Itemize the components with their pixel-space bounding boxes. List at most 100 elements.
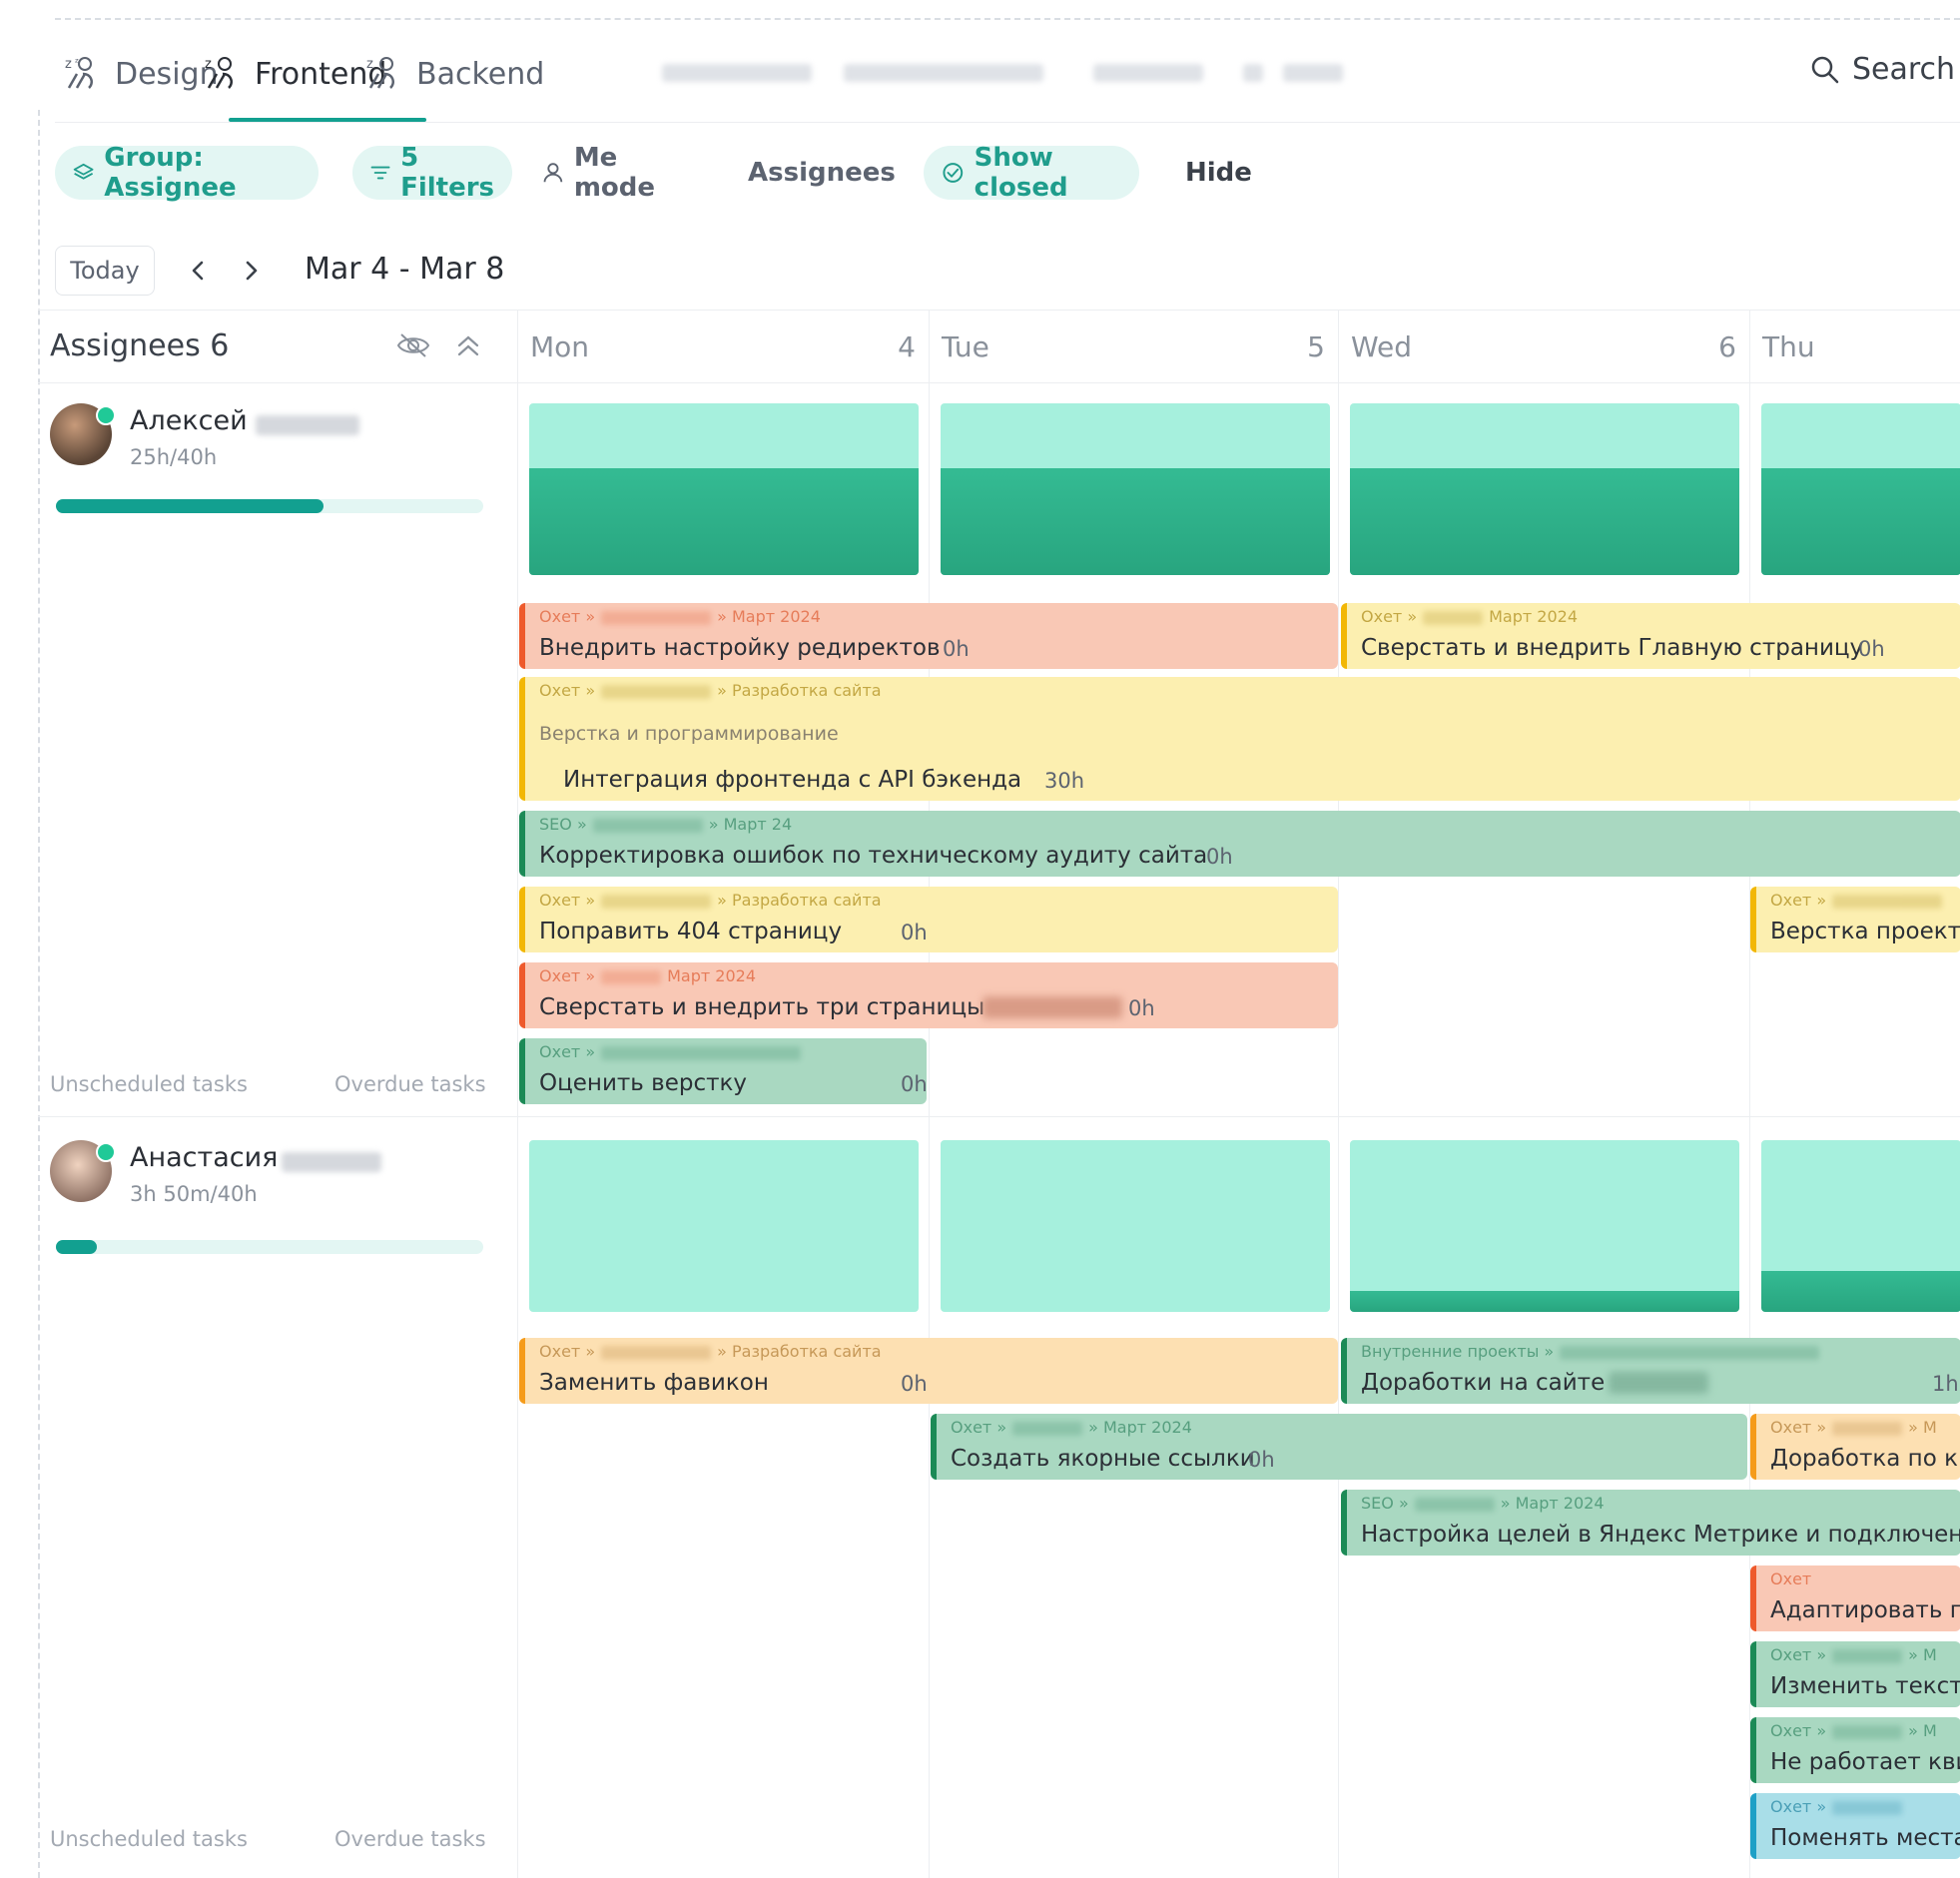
day-header-thu: Thu (1749, 311, 1960, 382)
task-card[interactable]: Охет »» Разработка сайта Верстка и прогр… (519, 677, 1960, 801)
blurred-tab[interactable] (662, 64, 812, 82)
overdue-tasks-link[interactable]: Overdue tasks (334, 1827, 486, 1851)
sprint-icon: z (203, 54, 251, 94)
task-card[interactable]: SEO »» Март 24 Корректировка ошибок по т… (519, 811, 1960, 877)
overdue-tasks-link[interactable]: Overdue tasks (334, 1072, 486, 1096)
task-hours: 1h (1932, 1372, 1959, 1396)
blurred-text (1609, 1372, 1708, 1394)
workload-block-tue (941, 403, 1330, 575)
show-closed-toggle[interactable]: Show closed (924, 143, 1139, 203)
day-number: 4 (898, 330, 916, 363)
task-card[interactable]: Охет » Поменять места (1750, 1793, 1960, 1859)
task-name: Настройка целей в Яндекс Метрике и подкл… (1361, 1522, 1960, 1548)
task-hours: 0h (1858, 637, 1885, 661)
workload-block-tue (941, 1140, 1330, 1312)
workload-fill (1761, 1270, 1960, 1312)
blurred-tab[interactable] (1283, 64, 1343, 82)
task-card[interactable]: Охет »» М Не работает кви (1750, 1717, 1960, 1783)
search-icon (1811, 56, 1839, 83)
task-breadcrumb: Охет » (539, 1042, 807, 1061)
blurred-tab[interactable] (1243, 64, 1263, 82)
day-name: Tue (942, 330, 989, 363)
svg-text:z: z (205, 57, 212, 72)
task-card[interactable]: Внутренние проекты » Доработки на сайте … (1341, 1338, 1960, 1404)
task-hours: 0h (1206, 845, 1233, 869)
prev-week-button[interactable] (181, 254, 215, 288)
blurred-tab[interactable] (844, 64, 1043, 82)
task-card[interactable]: Охет »» Март 2024 Создать якорные ссылки… (931, 1414, 1747, 1480)
show-closed-label: Show closed (974, 143, 1068, 203)
task-hours: 0h (901, 921, 928, 944)
task-breadcrumb: Охет »» Март 2024 (539, 607, 821, 626)
task-breadcrumb: Охет » Март 2024 (539, 966, 756, 985)
task-name: Создать якорные ссылки (951, 1446, 1255, 1472)
task-card[interactable]: Охет »» Март 2024 Внедрить настройку ред… (519, 603, 1338, 669)
task-card[interactable]: Охет »» Разработка сайта Заменить фавико… (519, 1338, 1338, 1404)
collapse-all-icon[interactable] (453, 330, 483, 360)
assignees-button[interactable]: Assignees (720, 146, 910, 200)
tab-design[interactable]: zᶻ Design (63, 50, 219, 98)
group-by-label: Group: Assignee (104, 143, 237, 203)
task-name: Не работает кви (1770, 1749, 1960, 1775)
workload-fill (1350, 468, 1739, 575)
group-by-button[interactable]: Group: Assignee (55, 143, 319, 203)
unscheduled-tasks-link[interactable]: Unscheduled tasks (50, 1827, 248, 1851)
task-card[interactable]: Охет » Оценить верстку 0h (519, 1038, 927, 1104)
task-card[interactable]: SEO »» Март 2024 Настройка целей в Яндек… (1341, 1490, 1960, 1556)
column-divider (517, 381, 518, 1878)
assignee-name: Анастасия (130, 1142, 279, 1173)
assignee-row-header[interactable]: Алексей 25h/40h (50, 403, 489, 513)
date-range-label: Mar 4 - Mar 8 (305, 252, 505, 287)
task-hours: 0h (1248, 1448, 1275, 1472)
assignees-label: Assignees (748, 158, 896, 188)
svg-text:z: z (65, 57, 72, 72)
eye-off-icon[interactable] (395, 330, 431, 360)
task-card[interactable]: Охет »» М Изменить текст (1750, 1641, 1960, 1707)
task-card[interactable]: Охет Адаптировать г (1750, 1565, 1960, 1631)
task-card[interactable]: Охет » Верстка проекта (1750, 887, 1960, 952)
tab-backend[interactable]: z Backend (364, 50, 544, 98)
workload-fill (1350, 1291, 1739, 1312)
me-mode-button[interactable]: Me mode (524, 143, 704, 203)
task-card[interactable]: Охет »» М Доработка по к (1750, 1414, 1960, 1480)
task-parent-name: Верстка и программирование (539, 723, 839, 745)
filter-icon (370, 166, 390, 180)
hide-button[interactable]: Hide (1167, 146, 1277, 200)
workload-fill (941, 468, 1330, 575)
capacity-progress-fill (56, 499, 324, 513)
calendar-header: Assignees 6 Mon 4 Tue 5 Wed 6 Thu (38, 310, 1960, 383)
filters-button[interactable]: 5 Filters (352, 143, 512, 203)
day-number: 6 (1718, 330, 1736, 363)
task-name: Изменить текст (1770, 1673, 1960, 1699)
search-button[interactable]: Search (1810, 52, 1960, 87)
task-name: Оценить верстку (539, 1070, 748, 1096)
task-name: Внедрить настройку редиректов (539, 635, 941, 661)
task-hours: 0h (1128, 996, 1155, 1020)
workload-block-mon (529, 1140, 919, 1312)
workload-block-thu (1761, 1140, 1960, 1312)
view-toolbar: Group: Assignee 5 Filters Me mode Assign… (55, 143, 1960, 206)
assignee-name: Алексей (130, 405, 248, 436)
tab-frontend[interactable]: z Frontend (203, 50, 386, 98)
task-name: Доработка по к (1770, 1446, 1958, 1472)
task-card[interactable]: Охет » Март 2024 Сверстать и внедрить три… (519, 962, 1338, 1028)
user-icon (543, 163, 563, 183)
task-breadcrumb: Внутренние проекты » (1361, 1342, 1825, 1361)
workload-block-thu (1761, 403, 1960, 575)
task-card[interactable]: Охет » Март 2024 Сверстать и внедрить Гла… (1341, 603, 1960, 669)
active-tab-indicator (229, 118, 426, 122)
blurred-tab[interactable] (1093, 64, 1203, 82)
online-status-dot (96, 1142, 116, 1162)
column-divider (1338, 381, 1339, 1878)
task-card[interactable]: Охет »» Разработка сайта Поправить 404 с… (519, 887, 1338, 952)
task-hours: 30h (1044, 769, 1085, 793)
assignee-row-header[interactable]: Анастасия 3h 50m/40h (50, 1140, 489, 1260)
next-week-button[interactable] (235, 254, 269, 288)
chevron-right-icon (246, 261, 258, 281)
row-divider (38, 1116, 1960, 1117)
unscheduled-tasks-link[interactable]: Unscheduled tasks (50, 1072, 248, 1096)
today-button[interactable]: Today (55, 246, 155, 296)
day-name: Thu (1762, 330, 1815, 363)
task-breadcrumb: Охет »» Разработка сайта (539, 891, 882, 910)
task-name: Поправить 404 страницу (539, 919, 843, 944)
